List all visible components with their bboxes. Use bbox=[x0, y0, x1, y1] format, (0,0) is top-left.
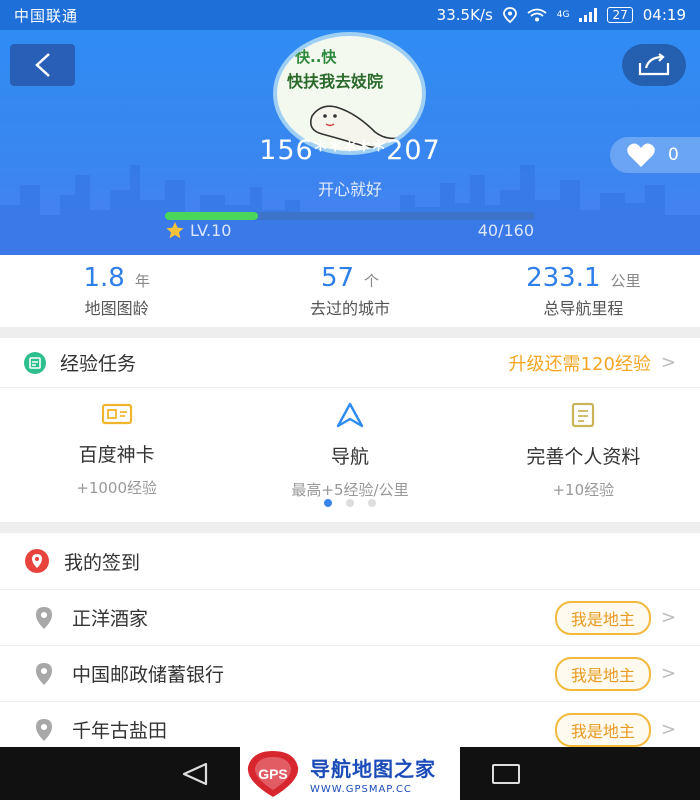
location-pin-icon bbox=[36, 718, 52, 741]
back-triangle-icon[interactable] bbox=[180, 761, 210, 787]
task-reward: +1000经验 bbox=[76, 479, 158, 497]
share-icon bbox=[638, 53, 670, 76]
task-reward: +10经验 bbox=[552, 481, 615, 499]
upgrade-hint: 升级还需120经验 bbox=[508, 353, 651, 375]
recent-apps-icon[interactable] bbox=[492, 764, 520, 784]
chevron-right-icon: > bbox=[660, 352, 676, 373]
stat-value: 57 bbox=[320, 263, 355, 293]
document-icon bbox=[572, 402, 595, 428]
place-name: 中国邮政储蓄银行 bbox=[72, 664, 225, 686]
place-name: 正洋酒家 bbox=[72, 608, 149, 630]
status-bar: 中国联通 33.5K/s 4G 27 04:19 bbox=[0, 0, 700, 30]
experience-tasks-card: 经验任务 升级还需120经验 > 百度神卡 +1000经验 导航 最高+5经验/… bbox=[0, 338, 700, 522]
landlord-badge: 我是地主 bbox=[554, 712, 651, 747]
location-pin-icon bbox=[36, 606, 52, 629]
watermark-title: 导航地图之家 bbox=[310, 756, 436, 781]
gps-logo-icon: GPS bbox=[247, 750, 299, 797]
user-signature: 开心就好 bbox=[317, 180, 382, 199]
level-label: LV.10 bbox=[190, 221, 232, 240]
battery-indicator: 27 bbox=[607, 7, 633, 23]
navigation-arrow-icon bbox=[336, 402, 364, 428]
experience-count: 40/160 bbox=[477, 221, 534, 240]
place-name: 千年古盐田 bbox=[72, 720, 168, 742]
avatar-caption-line2: 快扶我去妓院 bbox=[287, 72, 384, 91]
landlord-badge: 我是地主 bbox=[554, 656, 651, 691]
card-icon bbox=[101, 403, 132, 425]
chevron-left-icon bbox=[34, 53, 50, 77]
signal-icon bbox=[579, 8, 598, 22]
stat-value: 233.1 bbox=[526, 263, 601, 293]
checkin-place-item[interactable]: 千年古盐田 我是地主 > bbox=[0, 702, 700, 747]
stat-label: 去过的城市 bbox=[309, 299, 390, 318]
task-name: 导航 bbox=[330, 446, 369, 468]
like-button[interactable]: 0 bbox=[610, 137, 700, 173]
username: 156*****207 bbox=[259, 135, 441, 166]
stats-panel: 1.8 年 地图图龄 57 个 去过的城市 233.1 公里 总导航里程 bbox=[0, 255, 700, 327]
checkin-place-item[interactable]: 正洋酒家 我是地主 > bbox=[0, 590, 700, 646]
level-indicator: LV.10 bbox=[166, 221, 231, 240]
stat-cities-visited[interactable]: 57 个 去过的城市 bbox=[233, 255, 466, 327]
checkin-pin-icon bbox=[25, 549, 49, 573]
watermark-url: WWW.GPSMAP.CC bbox=[310, 783, 412, 795]
stat-label: 地图图龄 bbox=[84, 299, 149, 318]
wifi-icon bbox=[527, 8, 547, 22]
checkin-header: 我的签到 bbox=[0, 533, 700, 590]
section-title: 我的签到 bbox=[64, 551, 141, 574]
task-name: 百度神卡 bbox=[78, 444, 155, 466]
stat-map-age[interactable]: 1.8 年 地图图龄 bbox=[0, 255, 233, 327]
page-dot[interactable] bbox=[368, 499, 376, 507]
stat-unit: 公里 bbox=[610, 272, 641, 290]
chevron-right-icon: > bbox=[660, 719, 676, 740]
logo-mark-text: GPS bbox=[258, 766, 288, 782]
page-dot-active[interactable] bbox=[324, 499, 332, 507]
clock: 04:19 bbox=[642, 6, 686, 24]
task-complete-profile[interactable]: 完善个人资料 +10经验 bbox=[467, 388, 700, 499]
network-speed: 33.5K/s bbox=[436, 6, 493, 24]
stat-value: 1.8 bbox=[83, 263, 125, 293]
task-baidu-card[interactable]: 百度神卡 +1000经验 bbox=[0, 388, 233, 497]
landlord-badge: 我是地主 bbox=[554, 600, 651, 635]
stat-unit: 个 bbox=[364, 272, 380, 290]
location-icon bbox=[502, 7, 517, 23]
like-count: 0 bbox=[668, 145, 679, 165]
chevron-right-icon: > bbox=[660, 663, 676, 684]
task-navigation[interactable]: 导航 最高+5经验/公里 bbox=[233, 388, 466, 499]
back-button[interactable] bbox=[10, 44, 75, 86]
heart-icon bbox=[627, 143, 655, 167]
carousel-pagination bbox=[0, 499, 700, 507]
task-name: 完善个人资料 bbox=[526, 446, 641, 468]
share-button[interactable] bbox=[622, 44, 686, 86]
section-title: 经验任务 bbox=[60, 353, 137, 375]
network-type: 4G bbox=[556, 10, 570, 20]
page-dot[interactable] bbox=[346, 499, 354, 507]
avatar-caption-line1: 快..快 bbox=[295, 48, 337, 66]
level-progress-bar bbox=[165, 212, 535, 220]
experience-tasks-header[interactable]: 经验任务 升级还需120经验 > bbox=[0, 338, 700, 388]
star-icon bbox=[166, 222, 184, 239]
level-progress-fill bbox=[165, 212, 258, 220]
location-pin-icon bbox=[36, 662, 52, 685]
my-checkins-card: 我的签到 正洋酒家 我是地主 > 中国邮政储蓄银行 我是地主 > 千年古盐田 我… bbox=[0, 533, 700, 747]
stat-label: 总导航里程 bbox=[543, 299, 624, 318]
task-reward: 最高+5经验/公里 bbox=[291, 481, 409, 499]
checkin-place-item[interactable]: 中国邮政储蓄银行 我是地主 > bbox=[0, 646, 700, 702]
stat-unit: 年 bbox=[134, 272, 150, 290]
task-badge-icon bbox=[24, 351, 46, 374]
watermark-logo: GPS 导航地图之家 WWW.GPSMAP.CC bbox=[240, 747, 460, 800]
chevron-right-icon: > bbox=[660, 607, 676, 628]
carrier-label: 中国联通 bbox=[14, 6, 79, 25]
stat-total-distance[interactable]: 233.1 公里 总导航里程 bbox=[467, 255, 700, 327]
profile-header: 快..快 快扶我去妓院 156*****207 开心就好 0 LV.10 40/… bbox=[0, 30, 700, 255]
